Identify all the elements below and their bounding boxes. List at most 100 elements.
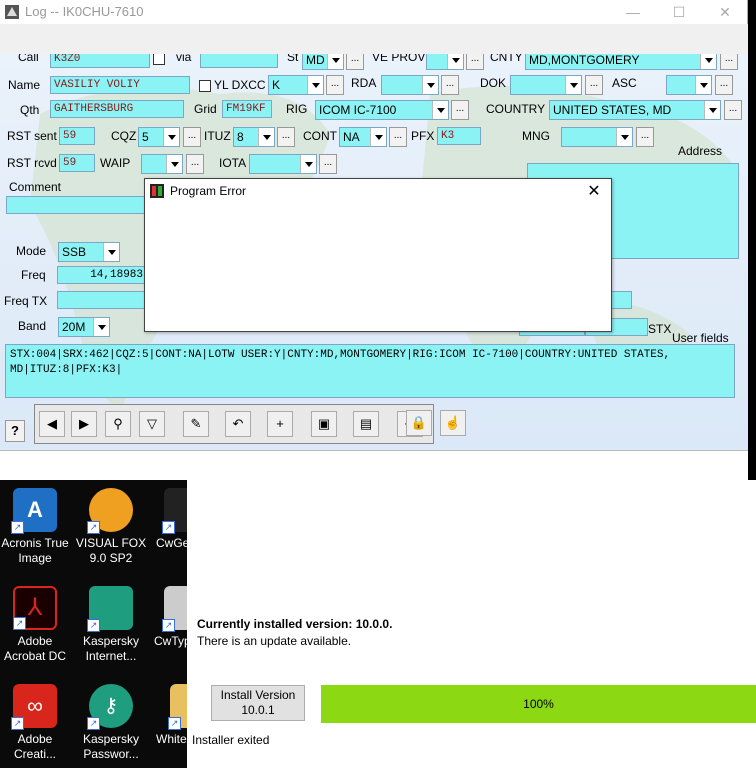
update-available-text: There is an update available.: [197, 634, 352, 648]
iota-select[interactable]: [249, 154, 317, 174]
dok-ellipsis-button[interactable]: ...: [585, 75, 603, 95]
name-field[interactable]: VASILIY VOLIY: [50, 76, 190, 94]
st-value: MD: [306, 54, 325, 67]
country-value: UNITED STATES, MD: [553, 103, 672, 117]
close-button[interactable]: ✕: [702, 0, 748, 24]
filter-button[interactable]: ▽: [139, 411, 165, 437]
desktop-icon-white[interactable]: ↗ White: [150, 680, 200, 747]
rst-rcvd-field[interactable]: 59: [59, 154, 95, 172]
notes-field[interactable]: STX:004|SRX:462|CQZ:5|CONT:NA|LOTW USER:…: [5, 344, 735, 398]
cont-ellipsis-button[interactable]: ...: [389, 127, 407, 147]
installed-version-text: Currently installed version: 10.0.0.: [197, 617, 393, 631]
chevron-down-icon: [166, 155, 182, 173]
prev-button[interactable]: ◀: [39, 411, 65, 437]
minimize-button[interactable]: —: [610, 0, 656, 24]
waip-ellipsis-button[interactable]: ...: [186, 154, 204, 174]
call-label: Call: [18, 54, 39, 64]
next-button[interactable]: ▶: [71, 411, 97, 437]
maximize-button[interactable]: ☐: [656, 0, 702, 24]
rda-select[interactable]: [381, 75, 439, 95]
install-version-button[interactable]: Install Version 10.0.1: [211, 685, 305, 721]
country-select[interactable]: UNITED STATES, MD: [549, 100, 721, 120]
waip-label: WAIP: [100, 156, 131, 170]
installer-status-text: Installer exited: [192, 733, 270, 747]
desktop-icon-visual-fox[interactable]: ↗ VISUAL FOX 9.0 SP2: [72, 484, 150, 566]
rst-sent-field[interactable]: 59: [59, 127, 95, 145]
ve-prov-select[interactable]: [426, 54, 464, 70]
freq-tx-field[interactable]: [57, 291, 147, 309]
call-checkbox[interactable]: [153, 54, 165, 65]
cqz-select[interactable]: 5: [138, 127, 180, 147]
freq-tx-label: Freq TX: [4, 294, 48, 308]
mng-ellipsis-button[interactable]: ...: [636, 127, 654, 147]
desktop-icon-kaspersky-internet[interactable]: ↗ Kaspersky Internet...: [72, 582, 150, 664]
qth-field[interactable]: GAITHERSBURG: [50, 100, 184, 118]
title-bar[interactable]: Log -- IK0CHU-7610 — ☐ ✕: [0, 0, 747, 24]
kaspersky-password-icon: ⚷ ↗: [87, 684, 133, 730]
chevron-down-icon: [300, 155, 316, 173]
menu-band: [0, 24, 748, 54]
help-button[interactable]: ?: [5, 420, 25, 442]
via-field[interactable]: [200, 54, 278, 68]
chevron-down-icon: [695, 76, 711, 94]
mode-label: Mode: [16, 244, 47, 258]
pfx-field[interactable]: K3: [437, 127, 481, 145]
st-ellipsis-button[interactable]: ...: [346, 54, 364, 70]
desktop-icon-cwtype[interactable]: ↗ CwTyp: [150, 582, 194, 649]
dxcc-select[interactable]: K: [268, 75, 324, 95]
eraser-button[interactable]: ✎: [183, 411, 209, 437]
dok-select[interactable]: [510, 75, 582, 95]
yl-checkbox[interactable]: [199, 80, 211, 92]
grid-label: Grid: [194, 102, 217, 116]
desktop-icon-acronis[interactable]: A ↗ Acronis True Image: [0, 484, 74, 566]
desktop-icon-cwget[interactable]: ↗ CwGe: [150, 484, 194, 551]
st-select[interactable]: MD: [302, 54, 344, 70]
desktop-icon-adobe-acrobat[interactable]: ⅄ ↗ Adobe Acrobat DC: [0, 582, 74, 664]
band-select[interactable]: 20M: [58, 317, 110, 337]
ve-prov-label: VE PROV: [372, 54, 426, 64]
desktop-icon-label: CwTyp: [154, 634, 191, 648]
next-icon: ▶: [79, 416, 89, 431]
dxcc-ellipsis-button[interactable]: ...: [326, 75, 344, 95]
table-button[interactable]: ▤: [353, 411, 379, 437]
mode-select[interactable]: SSB: [58, 242, 120, 262]
binoculars-button[interactable]: ⚲: [105, 411, 131, 437]
cqz-ellipsis-button[interactable]: ...: [183, 127, 201, 147]
ve-prov-ellipsis-button[interactable]: ...: [466, 54, 484, 70]
waip-select[interactable]: [141, 154, 183, 174]
desktop-icon-adobe-creative[interactable]: ∞ ↗ Adobe Creati...: [0, 680, 74, 762]
desktop-icon-label: Adobe Creati...: [13, 732, 56, 761]
cont-select[interactable]: NA: [339, 127, 387, 147]
asc-ellipsis-button[interactable]: ...: [715, 75, 733, 95]
add-button[interactable]: +: [267, 411, 293, 437]
save-button[interactable]: ▣: [311, 411, 337, 437]
prev-icon: ◀: [47, 416, 57, 431]
freq-field[interactable]: 14,18983: [57, 266, 147, 284]
iota-ellipsis-button[interactable]: ...: [319, 154, 337, 174]
rda-ellipsis-button[interactable]: ...: [441, 75, 459, 95]
cnty-ellipsis-button[interactable]: ...: [720, 54, 738, 70]
pointer-button[interactable]: ☝: [440, 410, 466, 436]
rig-value: ICOM IC-7100: [319, 103, 397, 117]
desktop-icon-label: Adobe Acrobat DC: [3, 634, 67, 663]
cnty-select[interactable]: MD,MONTGOMERY: [525, 54, 717, 70]
desktop-icon-label: Kaspersky Passwor...: [82, 732, 140, 761]
ituz-ellipsis-button[interactable]: ...: [277, 127, 295, 147]
rig-select[interactable]: ICOM IC-7100: [315, 100, 449, 120]
lock-button[interactable]: 🔒: [406, 410, 432, 436]
grid-field[interactable]: FM19KF: [222, 100, 272, 118]
country-ellipsis-button[interactable]: ...: [724, 100, 742, 120]
dialog-close-button[interactable]: ✕: [581, 181, 607, 203]
asc-select[interactable]: [666, 75, 712, 95]
adobe-creative-icon: ∞ ↗: [11, 684, 57, 730]
rig-ellipsis-button[interactable]: ...: [451, 100, 469, 120]
chevron-down-icon: [616, 128, 632, 146]
freq-label: Freq: [21, 268, 46, 282]
comment-field[interactable]: [6, 196, 148, 214]
desktop-icon-kaspersky-password[interactable]: ⚷ ↗ Kaspersky Passwor...: [72, 680, 150, 762]
call-field[interactable]: K3Z0: [50, 54, 150, 68]
undo-button[interactable]: ↶: [225, 411, 251, 437]
ituz-select[interactable]: 8: [233, 127, 275, 147]
mng-select[interactable]: [561, 127, 633, 147]
adobe-acrobat-icon: ⅄ ↗: [13, 586, 57, 630]
